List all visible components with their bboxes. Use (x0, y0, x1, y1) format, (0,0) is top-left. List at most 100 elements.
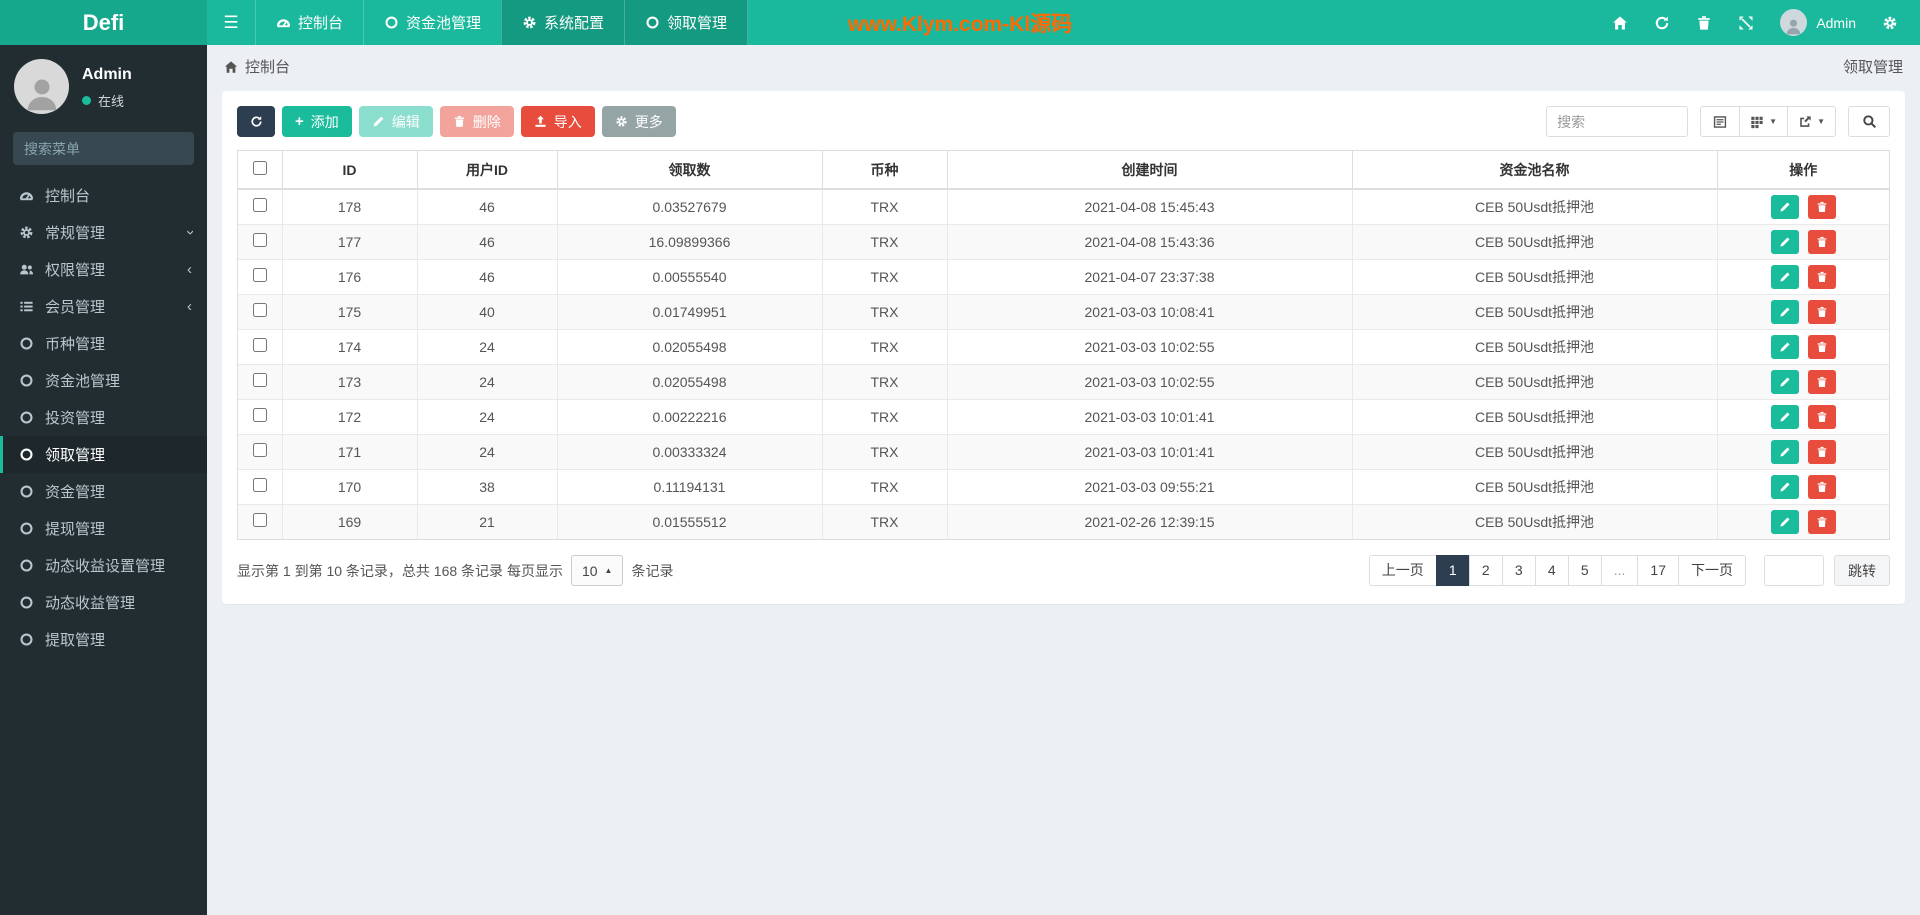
table-search-input[interactable] (1546, 106, 1689, 137)
page-jump-button[interactable]: 跳转 (1834, 555, 1890, 586)
sidebar-menu-item[interactable]: 领取管理 (0, 436, 207, 473)
column-header-id[interactable]: ID (281, 151, 417, 190)
more-button[interactable]: 更多 (601, 106, 676, 137)
sidebar-search-input[interactable] (24, 140, 205, 157)
sidebar-menu-item[interactable]: 动态收益设置管理 (0, 547, 207, 584)
next-page-button[interactable]: 下一页 (1678, 555, 1746, 586)
home-icon[interactable] (1612, 15, 1628, 31)
row-edit-button[interactable] (1770, 299, 1799, 324)
settings-gears-icon[interactable] (1882, 15, 1898, 31)
row-delete-button[interactable] (1807, 264, 1836, 289)
breadcrumb[interactable]: 控制台 (224, 56, 290, 77)
top-nav-item[interactable]: 资金池管理 (363, 0, 501, 45)
sidebar-menu-item[interactable]: 提现管理 (0, 510, 207, 547)
export-button[interactable]: ▼ (1787, 106, 1836, 137)
top-nav-item[interactable]: 领取管理 (624, 0, 749, 45)
row-edit-button[interactable] (1770, 474, 1799, 499)
row-edit-button[interactable] (1770, 229, 1799, 254)
sidebar-menu-item[interactable]: 控制台 (0, 177, 207, 214)
menu-item-label: 常规管理 (45, 225, 106, 242)
row-delete-button[interactable] (1807, 194, 1836, 219)
row-edit-button[interactable] (1770, 264, 1799, 289)
add-button[interactable]: + 添加 (282, 106, 352, 137)
edit-button[interactable]: 编辑 (358, 106, 433, 137)
top-nav-item[interactable]: 系统配置 (501, 0, 625, 45)
cell-pool: CEB 50Usdt抵押池 (1351, 328, 1717, 364)
sidebar-menu-item[interactable]: 权限管理 ‹ (0, 251, 207, 288)
column-header-uid[interactable]: 用户ID (416, 151, 557, 190)
row-checkbox[interactable] (252, 303, 267, 317)
table-footer: 显示第 1 到第 10 条记录，总共 168 条记录 每页显示 10 ▲ 条记录… (237, 555, 1890, 589)
import-button[interactable]: 导入 (520, 106, 595, 137)
delete-button[interactable]: 删除 (439, 106, 514, 137)
detail-view-button[interactable] (1700, 106, 1741, 137)
column-header-coin[interactable]: 币种 (821, 151, 947, 190)
column-header-amount[interactable]: 领取数 (556, 151, 822, 190)
row-delete-button[interactable] (1807, 404, 1836, 429)
menu-item-icon (19, 225, 34, 240)
row-checkbox[interactable] (252, 268, 267, 282)
page-number-button[interactable]: 17 (1637, 555, 1679, 586)
row-checkbox[interactable] (252, 198, 267, 213)
row-checkbox[interactable] (252, 408, 267, 422)
page-size-select[interactable]: 10 ▲ (570, 555, 624, 586)
row-checkbox[interactable] (252, 478, 267, 492)
columns-button[interactable]: ▼ (1739, 106, 1789, 137)
page-jump-input[interactable] (1764, 555, 1824, 586)
prev-page-button[interactable]: 上一页 (1368, 555, 1437, 586)
row-edit-button[interactable] (1770, 439, 1799, 464)
cell-id: 169 (281, 503, 417, 539)
fullscreen-icon[interactable] (1738, 15, 1754, 31)
column-header-pool[interactable]: 资金池名称 (1351, 151, 1717, 190)
search-icon (1862, 114, 1877, 129)
row-delete-button[interactable] (1807, 334, 1836, 359)
row-delete-button[interactable] (1807, 509, 1836, 534)
row-checkbox[interactable] (252, 338, 267, 352)
sidebar-menu-item[interactable]: 资金池管理 (0, 362, 207, 399)
column-header-created[interactable]: 创建时间 (946, 151, 1352, 190)
select-all-checkbox[interactable] (252, 161, 267, 175)
sidebar-toggle-button[interactable]: ☰ (207, 0, 255, 45)
sidebar-menu-item[interactable]: 币种管理 (0, 325, 207, 362)
brand-logo[interactable]: Defi (0, 0, 207, 45)
cell-amount: 0.11194131 (556, 468, 822, 504)
row-checkbox[interactable] (252, 233, 267, 247)
row-checkbox[interactable] (252, 513, 267, 528)
refresh-icon[interactable] (1654, 15, 1670, 31)
row-edit-button[interactable] (1770, 194, 1799, 219)
pencil-icon (1779, 411, 1791, 423)
page-number-button[interactable]: 1 (1435, 555, 1470, 586)
sidebar-menu-item[interactable]: 会员管理 ‹ (0, 288, 207, 325)
row-delete-button[interactable] (1807, 439, 1836, 464)
menu-item-label: 会员管理 (45, 299, 106, 316)
page-number-button[interactable]: 4 (1534, 555, 1569, 586)
row-checkbox[interactable] (252, 373, 267, 387)
sidebar-menu-item[interactable]: 提取管理 (0, 621, 207, 658)
table-toolbar: + 添加 编辑 删除 导入 更多 搜索 ▼ ▼ (237, 106, 1890, 137)
page-number-button[interactable]: 5 (1567, 555, 1602, 586)
row-delete-button[interactable] (1807, 369, 1836, 394)
caret-up-icon: ▲ (604, 566, 613, 575)
page-number-button[interactable]: 3 (1501, 555, 1536, 586)
menu-item-icon (19, 558, 34, 573)
row-edit-button[interactable] (1770, 369, 1799, 394)
trash-icon[interactable] (1696, 15, 1712, 31)
advanced-search-button[interactable] (1848, 106, 1890, 137)
row-delete-button[interactable] (1807, 229, 1836, 254)
row-edit-button[interactable] (1770, 404, 1799, 429)
user-menu[interactable]: Admin (1780, 9, 1856, 36)
row-checkbox[interactable] (252, 443, 267, 457)
row-delete-button[interactable] (1807, 474, 1836, 499)
cell-pool: CEB 50Usdt抵押池 (1351, 433, 1717, 469)
row-edit-button[interactable] (1770, 509, 1799, 534)
refresh-button[interactable] (237, 106, 275, 137)
sidebar-menu-item[interactable]: 投资管理 (0, 399, 207, 436)
row-edit-button[interactable] (1770, 334, 1799, 359)
row-delete-button[interactable] (1807, 299, 1836, 324)
sidebar-menu-item[interactable]: 动态收益管理 (0, 584, 207, 621)
sidebar-menu-item[interactable]: 资金管理 (0, 473, 207, 510)
sidebar-menu-item[interactable]: 常规管理 ‹ (0, 214, 207, 251)
cell-pool: CEB 50Usdt抵押池 (1351, 468, 1717, 504)
top-nav-item[interactable]: 控制台 (255, 0, 363, 45)
page-number-button[interactable]: 2 (1468, 555, 1503, 586)
